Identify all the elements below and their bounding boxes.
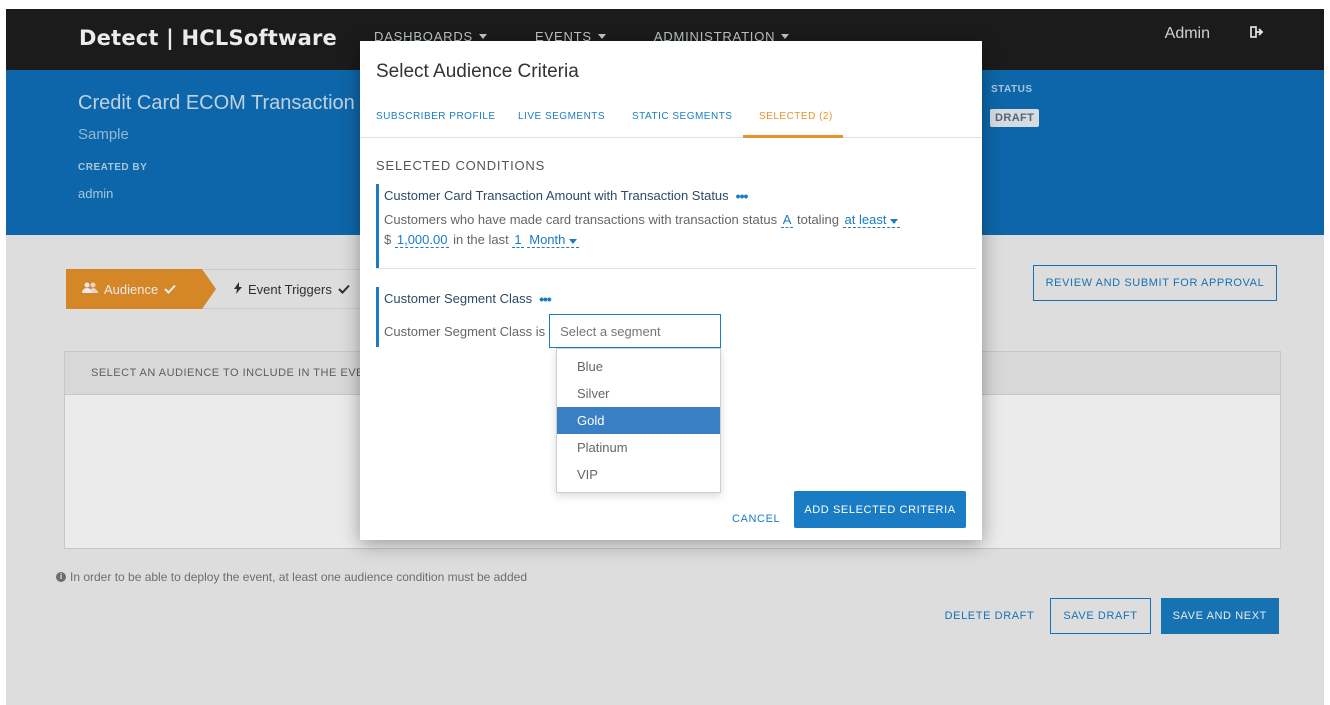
condition-title-text: Customer Card Transaction Amount with Tr… [384, 188, 729, 203]
condition-text-a: Customers who have made card transaction… [384, 212, 778, 227]
chevron-down-icon [569, 239, 577, 244]
condition-description: Customers who have made card transaction… [384, 210, 974, 250]
dropdown-option-vip[interactable]: VIP [557, 461, 720, 488]
condition-title: Customer Segment Class ••• [384, 291, 974, 306]
condition-card-transaction: Customer Card Transaction Amount with Tr… [376, 184, 974, 269]
condition-divider [376, 268, 976, 269]
condition-text-c: in the last [453, 232, 509, 247]
selected-conditions-label: SELECTED CONDITIONS [376, 158, 546, 173]
period-unit-value: Month [529, 232, 566, 247]
dropdown-option-silver[interactable]: Silver [557, 380, 720, 407]
dropdown-option-blue[interactable]: Blue [557, 353, 720, 380]
transaction-status-value[interactable]: A [780, 212, 794, 228]
modal-title: Select Audience Criteria [376, 61, 579, 82]
condition-title: Customer Card Transaction Amount with Tr… [384, 188, 974, 203]
amount-value[interactable]: 1,000.00 [394, 232, 450, 248]
cancel-button[interactable]: CANCEL [732, 513, 780, 525]
tab-live-segments[interactable]: LIVE SEGMENTS [518, 111, 605, 122]
condition-title-text: Customer Segment Class [384, 291, 533, 306]
currency-symbol: $ [384, 232, 392, 247]
tab-subscriber-profile[interactable]: SUBSCRIBER PROFILE [376, 111, 496, 122]
period-value[interactable]: 1 [512, 232, 524, 248]
operator-value: at least [844, 212, 887, 227]
dropdown-option-gold[interactable]: Gold [557, 407, 720, 434]
app-window: Detect | HCLSoftware DASHBOARDS EVENTS A… [6, 9, 1324, 705]
audience-criteria-modal: Select Audience Criteria SUBSCRIBER PROF… [360, 41, 982, 540]
chevron-down-icon [890, 219, 899, 224]
segment-row-text: Customer Segment Class is [384, 323, 546, 339]
more-options-icon[interactable]: ••• [539, 292, 552, 306]
segment-select-input[interactable] [549, 314, 722, 348]
more-options-icon[interactable]: ••• [736, 189, 749, 203]
period-unit-dropdown[interactable]: Month [527, 232, 579, 248]
segment-dropdown: Blue Silver Gold Platinum VIP [556, 348, 721, 493]
tab-static-segments[interactable]: STATIC SEGMENTS [632, 111, 732, 122]
dropdown-option-platinum[interactable]: Platinum [557, 434, 720, 461]
add-selected-criteria-button[interactable]: ADD SELECTED CRITERIA [794, 491, 966, 528]
condition-text-b: totaling [797, 212, 839, 227]
active-tab-indicator [743, 135, 843, 138]
segment-row: Customer Segment Class is [384, 314, 974, 348]
condition-segment-class: Customer Segment Class ••• Customer Segm… [376, 287, 974, 348]
operator-dropdown[interactable]: at least [842, 212, 901, 228]
tab-selected[interactable]: SELECTED (2) [759, 111, 833, 122]
modal-tabs: SUBSCRIBER PROFILE LIVE SEGMENTS STATIC … [360, 101, 982, 138]
